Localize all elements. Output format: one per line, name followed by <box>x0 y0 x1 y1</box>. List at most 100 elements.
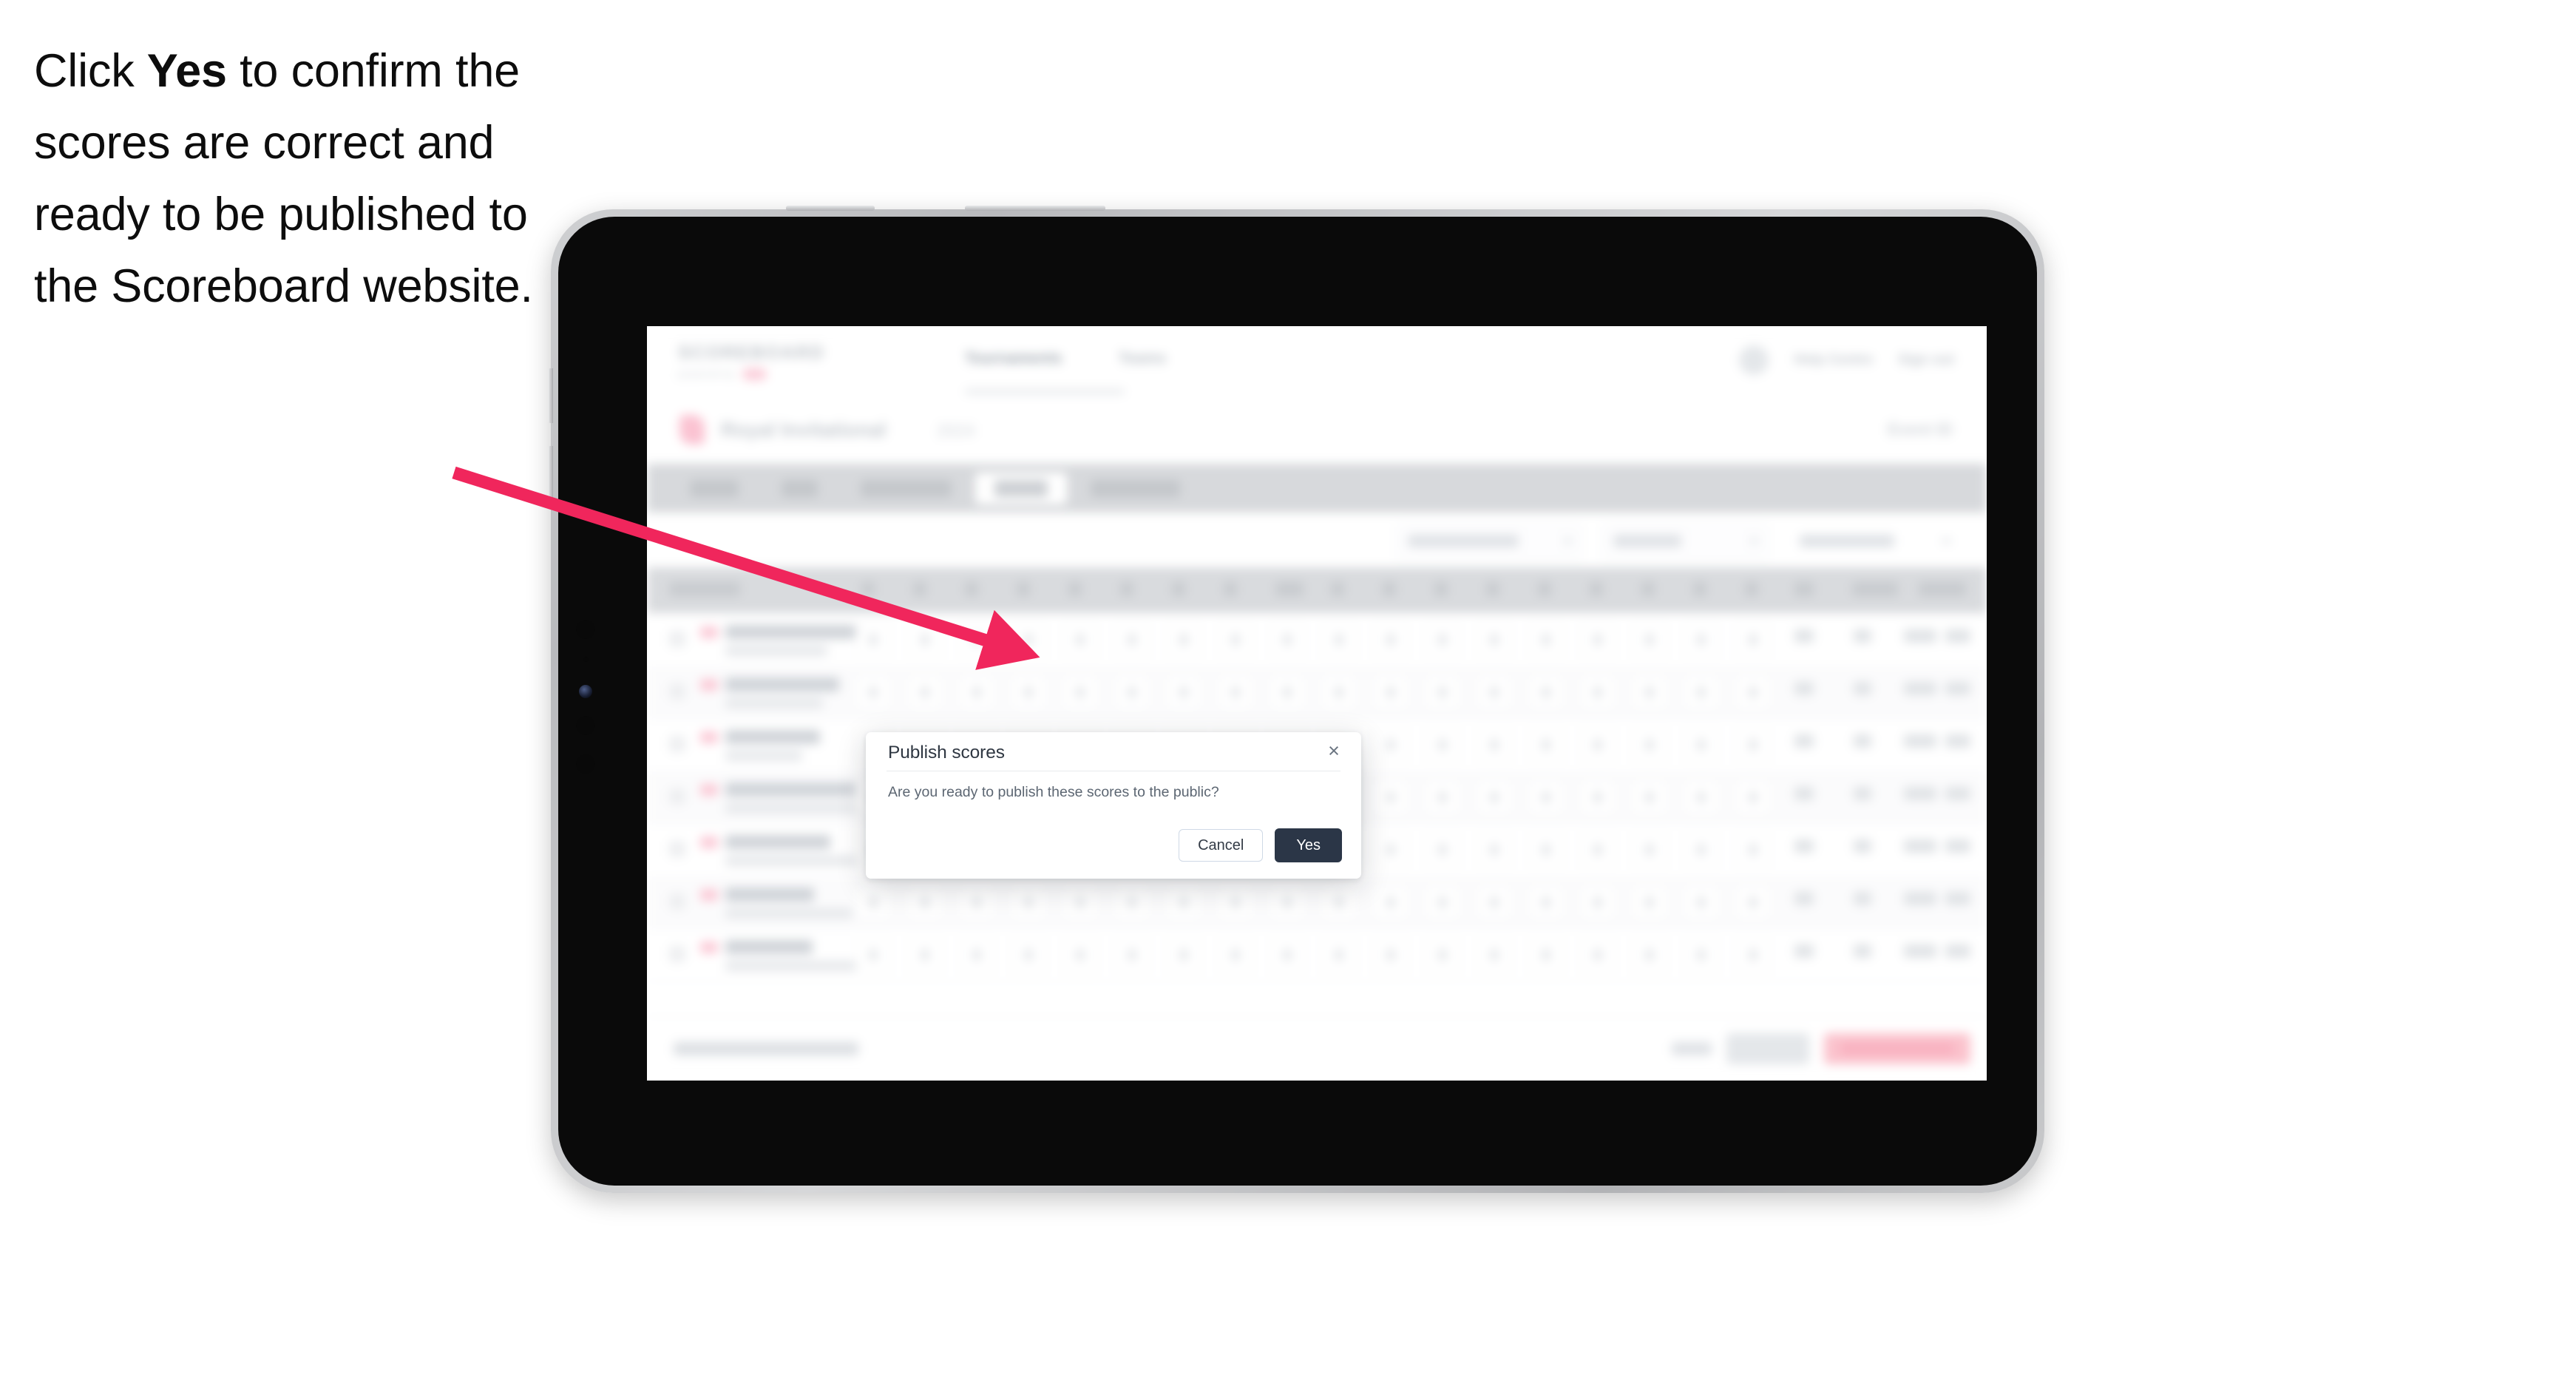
column-header-8 <box>1224 582 1237 596</box>
flag-icon <box>700 889 718 901</box>
publish-scores-dialog: Publish scores × Are you ready to publis… <box>866 732 1361 879</box>
cell-status-2 <box>1945 787 1970 800</box>
row-checkbox[interactable] <box>669 631 685 647</box>
table-row[interactable] <box>647 666 1987 719</box>
cell-points <box>1854 892 1871 905</box>
camera-icon <box>576 620 595 639</box>
column-header-9 <box>1275 582 1304 596</box>
flag-icon <box>700 731 718 743</box>
save-button[interactable] <box>1726 1033 1809 1064</box>
row-checkbox[interactable] <box>669 893 685 910</box>
navbar-links: Tournaments Teams <box>965 350 1166 368</box>
filter-team-only-label <box>1800 535 1894 547</box>
cell-status-2 <box>1945 839 1970 853</box>
cell-in <box>1794 682 1814 695</box>
brand-logo[interactable]: SCOREBOARD powered by <box>678 342 825 380</box>
brand-pill <box>742 368 767 380</box>
filter-team-only-select[interactable] <box>1789 524 1960 558</box>
column-header-17 <box>1693 582 1706 596</box>
column-header-13 <box>1486 582 1499 596</box>
event-id-label: Event ID <box>1887 420 1953 439</box>
footer-cancel-link[interactable] <box>1672 1042 1712 1055</box>
column-header-7 <box>1172 582 1185 596</box>
cell-status <box>1904 839 1936 853</box>
column-header-3 <box>965 582 978 596</box>
dialog-title: Publish scores <box>888 743 1005 763</box>
sensor-dot-icon <box>583 657 589 662</box>
flag-icon <box>700 626 718 638</box>
cell-points <box>1854 629 1871 643</box>
tab-strip: Details Draw Games Table Results Leaderb… <box>647 464 1987 513</box>
filter-by-team-label <box>1408 535 1519 547</box>
instruction-emphasis: Yes <box>146 45 227 97</box>
column-header-10 <box>1331 582 1344 596</box>
top-button-1[interactable] <box>786 206 875 211</box>
volume-button-down[interactable] <box>548 446 553 501</box>
event-badge-icon <box>679 415 705 444</box>
filter-by-team-select[interactable] <box>1397 524 1582 558</box>
table-header-row <box>647 567 1987 613</box>
cell-status-2 <box>1945 629 1970 643</box>
player-club <box>725 698 823 709</box>
nav-link-tournaments[interactable]: Tournaments <box>965 350 1062 368</box>
nav-link-teams[interactable]: Teams <box>1118 350 1166 368</box>
lens-icon <box>579 685 592 698</box>
cell-points <box>1854 734 1871 748</box>
table-row[interactable] <box>647 613 1987 666</box>
column-header-status <box>1919 582 1966 596</box>
table-row[interactable] <box>647 876 1987 929</box>
screenshot-root: Click Yes to confirm the scores are corr… <box>0 0 2576 1386</box>
row-checkbox[interactable] <box>669 946 685 962</box>
player-name <box>725 782 870 797</box>
volume-button-up[interactable] <box>548 368 553 423</box>
cell-status <box>1904 944 1936 958</box>
player-club <box>725 751 802 761</box>
app-screen: SCOREBOARD powered by Tournaments Teams … <box>647 326 1987 1081</box>
top-button-2[interactable] <box>965 206 1105 211</box>
filter-round-select[interactable] <box>1602 524 1768 558</box>
row-checkbox[interactable] <box>669 788 685 805</box>
tab-draw[interactable]: Draw <box>762 473 837 504</box>
player-name <box>725 940 813 954</box>
row-checkbox[interactable] <box>669 841 685 857</box>
column-header-4 <box>1017 582 1030 596</box>
dialog-header: Publish scores × <box>866 732 1361 771</box>
event-header: Royal Invitational 2024 Event ID <box>647 396 1987 464</box>
tablet-mockup: SCOREBOARD powered by Tournaments Teams … <box>548 206 2044 1193</box>
cell-in <box>1794 892 1814 905</box>
filter-row <box>647 513 1987 567</box>
tab-leaderboard[interactable]: Leaderboard <box>1071 473 1199 504</box>
table-row[interactable] <box>647 928 1987 981</box>
row-checkbox[interactable] <box>669 683 685 700</box>
player-club <box>725 803 863 814</box>
cell-in <box>1794 944 1814 958</box>
player-name <box>725 888 814 902</box>
row-checkbox[interactable] <box>669 736 685 752</box>
footer-note <box>674 1042 858 1055</box>
yes-button[interactable]: Yes <box>1275 828 1342 862</box>
cancel-button[interactable]: Cancel <box>1179 829 1264 862</box>
column-header-2 <box>913 582 926 596</box>
tab-games-table[interactable]: Games Table <box>841 473 971 504</box>
cell-points <box>1854 682 1871 695</box>
player-club <box>725 856 863 866</box>
column-header-14 <box>1538 582 1551 596</box>
tab-details[interactable]: Details <box>671 473 758 504</box>
column-header-18 <box>1745 582 1758 596</box>
event-title: Royal Invitational <box>721 419 887 441</box>
flag-icon <box>700 784 718 796</box>
brand-name: SCOREBOARD <box>678 342 825 363</box>
avatar[interactable] <box>1739 345 1769 375</box>
tab-results[interactable]: Results <box>975 472 1067 504</box>
instruction-text-before: Click <box>34 45 147 97</box>
cell-points <box>1854 839 1871 853</box>
column-header-12 <box>1434 582 1448 596</box>
app-footer <box>647 1016 1987 1081</box>
player-name <box>725 835 830 849</box>
close-icon[interactable]: × <box>1323 740 1345 762</box>
screen-bezel: SCOREBOARD powered by Tournaments Teams … <box>558 217 2037 1186</box>
nav-link-sign-out[interactable]: Sign out <box>1898 352 1954 368</box>
publish-to-scoreboard-button[interactable] <box>1824 1033 1970 1064</box>
chevron-down-icon <box>1564 538 1572 544</box>
nav-link-help-centre[interactable]: Help Centre <box>1794 352 1873 368</box>
